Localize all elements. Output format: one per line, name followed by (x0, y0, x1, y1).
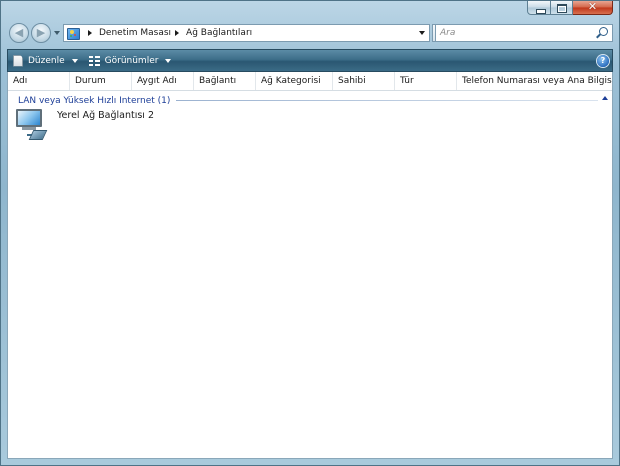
group-label: LAN veya Yüksek Hızlı Internet (1) (18, 95, 171, 106)
navigation-bar: ◀ ▶ Denetim Masası Ağ Bağlantıları ↻ Ara (7, 22, 613, 46)
breadcrumb-network-connections[interactable]: Ağ Bağlantıları (186, 28, 252, 38)
group-header-lan[interactable]: LAN veya Yüksek Hızlı Internet (1) (8, 93, 612, 108)
group-divider (176, 100, 598, 101)
collapse-icon[interactable] (602, 96, 608, 100)
chevron-down-icon[interactable] (165, 58, 172, 63)
column-header-connectivity[interactable]: Bağlantı (194, 72, 256, 90)
search-placeholder: Ara (440, 28, 456, 38)
column-header-phone-or-host[interactable]: Telefon Numarası veya Ana Bilgisa... (457, 72, 612, 90)
command-bar: Düzenle Görünümler ? (7, 49, 613, 72)
address-dropdown-icon[interactable] (419, 31, 425, 35)
help-icon[interactable]: ? (597, 54, 609, 67)
views-button[interactable]: Görünümler (84, 50, 178, 71)
column-header-network-category[interactable]: Ağ Kategorisi (256, 72, 333, 90)
organize-icon (13, 54, 23, 67)
column-header-device-name[interactable]: Aygıt Adı (132, 72, 194, 90)
recent-pages-icon[interactable] (54, 31, 60, 35)
minimize-button[interactable] (527, 1, 551, 15)
caption-buttons: ✕ (527, 0, 613, 15)
breadcrumb-chevron-icon[interactable] (175, 30, 180, 36)
views-icon (88, 55, 100, 66)
column-header-type[interactable]: Tür (395, 72, 457, 90)
search-icon[interactable] (599, 27, 608, 36)
back-button[interactable]: ◀ (9, 23, 29, 43)
explorer-window: ✕ ◀ ▶ Denetim Masası Ağ Bağlantıları ↻ A… (0, 0, 620, 466)
organize-button[interactable]: Düzenle (8, 50, 84, 71)
control-panel-icon (66, 27, 80, 40)
file-list-pane: Adı Durum Aygıt Adı Bağlantı Ağ Kategori… (7, 72, 613, 459)
column-header-name[interactable]: Adı (8, 72, 70, 90)
breadcrumb-control-panel[interactable]: Denetim Masası (99, 28, 171, 38)
close-icon: ✕ (587, 0, 598, 13)
breadcrumb-chevron-icon[interactable] (88, 30, 92, 36)
column-headers: Adı Durum Aygıt Adı Bağlantı Ağ Kategori… (8, 72, 612, 91)
network-connection-item[interactable]: Yerel Ağ Bağlantısı 2 (13, 108, 154, 142)
address-bar[interactable]: Denetim Masası Ağ Bağlantıları (63, 24, 430, 42)
chevron-down-icon (71, 58, 78, 63)
column-header-status[interactable]: Durum (70, 72, 132, 90)
search-input[interactable]: Ara (435, 24, 613, 42)
maximize-button[interactable] (551, 1, 573, 15)
network-connection-label: Yerel Ağ Bağlantısı 2 (57, 110, 155, 121)
organize-label: Düzenle (28, 55, 65, 66)
close-button[interactable]: ✕ (573, 0, 613, 15)
views-label: Görünümler (104, 55, 159, 66)
column-header-owner[interactable]: Sahibi (333, 72, 395, 90)
forward-button[interactable]: ▶ (31, 23, 51, 43)
network-connection-icon (13, 108, 49, 142)
